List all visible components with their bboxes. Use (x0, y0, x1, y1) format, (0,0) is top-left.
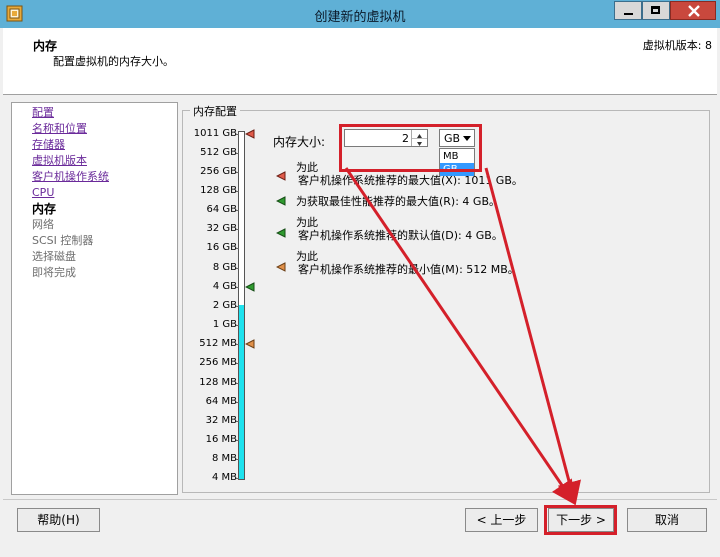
scale-tick (236, 191, 239, 192)
scale-tick (236, 210, 239, 211)
window-title: 创建新的虚拟机 (314, 10, 406, 25)
nav-step-network: 网络 (32, 218, 54, 231)
wizard-window: 创建新的虚拟机 内存 配置虚拟机的内存大小。 虚拟机版本: 8 配置 名称和位置… (0, 0, 720, 557)
scale-tick (236, 248, 239, 249)
scale-tick (236, 287, 239, 288)
scale-label: 512 MB (199, 338, 237, 349)
scale-tick (236, 153, 239, 154)
memory-size-highlight-box (339, 124, 482, 172)
best-performance-marker-icon[interactable] (245, 282, 255, 292)
memory-slider-fill (239, 305, 244, 479)
rec-min-line2: 客户机操作系统推荐的最小值(M): 512 MB。 (298, 263, 519, 276)
min-recommended-marker-icon[interactable] (245, 339, 255, 349)
scale-tick (236, 383, 239, 384)
max-recommended-icon (276, 171, 286, 181)
rec-best-performance: 为获取最佳性能推荐的最大值(R): 4 GB。 (296, 195, 500, 208)
scale-label: 8 GB (212, 262, 237, 273)
nav-step-name-location[interactable]: 名称和位置 (32, 122, 87, 136)
scale-label: 128 GB (200, 185, 237, 196)
scale-tick (236, 172, 239, 173)
max-recommended-marker-icon[interactable] (245, 129, 255, 139)
close-button[interactable] (670, 1, 716, 20)
footer-separator (3, 499, 717, 500)
scale-tick (236, 478, 239, 479)
scale-label: 256 MB (199, 357, 237, 368)
rec-max-line2: 客户机操作系统推荐的最大值(X): 1011 GB。 (298, 174, 523, 187)
title-bar[interactable]: 创建新的虚拟机 (0, 0, 720, 28)
scale-tick (236, 421, 239, 422)
nav-step-vm-version[interactable]: 虚拟机版本 (32, 154, 87, 168)
cancel-button[interactable]: 取消 (627, 508, 707, 532)
default-recommended-icon (276, 228, 286, 238)
scale-tick (236, 363, 239, 364)
scale-tick (236, 402, 239, 403)
help-button[interactable]: 帮助(H) (17, 508, 100, 532)
scale-tick (236, 268, 239, 269)
scale-tick (236, 440, 239, 441)
scale-tick (236, 325, 239, 326)
memory-slider[interactable] (238, 131, 245, 480)
scale-label: 64 GB (206, 204, 237, 215)
scale-tick (236, 229, 239, 230)
back-button[interactable]: < 上一步 (465, 508, 538, 532)
nav-step-select-disk: 选择磁盘 (32, 250, 76, 263)
nav-step-memory: 内存 (32, 202, 57, 216)
scale-label: 1 GB (212, 319, 237, 330)
nav-step-ready: 即将完成 (32, 266, 76, 279)
scale-label: 128 MB (199, 377, 237, 388)
scale-label: 16 MB (205, 434, 237, 445)
scale-tick (236, 344, 239, 345)
scale-label: 32 MB (205, 415, 237, 426)
nav-step-config[interactable]: 配置 (32, 106, 54, 120)
rec-default-line2: 客户机操作系统推荐的默认值(D): 4 GB。 (298, 229, 503, 242)
scale-label: 16 GB (206, 242, 237, 253)
scale-label: 256 GB (200, 166, 237, 177)
scale-label: 2 GB (212, 300, 237, 311)
next-button-highlight-box (544, 505, 617, 535)
memory-scale-labels: 1011 GB 512 GB 256 GB 128 GB 64 GB 32 GB… (177, 0, 237, 557)
nav-step-guest-os[interactable]: 客户机操作系统 (32, 170, 109, 184)
scale-label: 4 MB (211, 472, 237, 483)
scale-label: 512 GB (200, 147, 237, 158)
minimize-button[interactable] (614, 1, 642, 20)
scale-label: 8 MB (211, 453, 237, 464)
nav-step-scsi-controller: SCSI 控制器 (32, 234, 94, 247)
scale-tick (236, 459, 239, 460)
page-subtitle: 配置虚拟机的内存大小。 (53, 55, 174, 68)
scale-tick (236, 306, 239, 307)
scale-tick (236, 134, 239, 135)
scale-label: 4 GB (212, 281, 237, 292)
best-performance-icon (276, 196, 286, 206)
scale-label: 64 MB (205, 396, 237, 407)
memory-size-label: 内存大小: (273, 135, 326, 149)
scale-label: 1011 GB (193, 128, 237, 139)
wizard-header: 内存 配置虚拟机的内存大小。 虚拟机版本: 8 (3, 28, 717, 95)
min-recommended-icon (276, 262, 286, 272)
page-title: 内存 (33, 39, 58, 53)
vm-version-label: 虚拟机版本: 8 (642, 39, 712, 52)
maximize-button[interactable] (642, 1, 670, 20)
scale-label: 32 GB (206, 223, 237, 234)
nav-step-storage[interactable]: 存储器 (32, 138, 65, 152)
close-icon (688, 5, 700, 17)
nav-step-cpu[interactable]: CPU (32, 186, 54, 200)
